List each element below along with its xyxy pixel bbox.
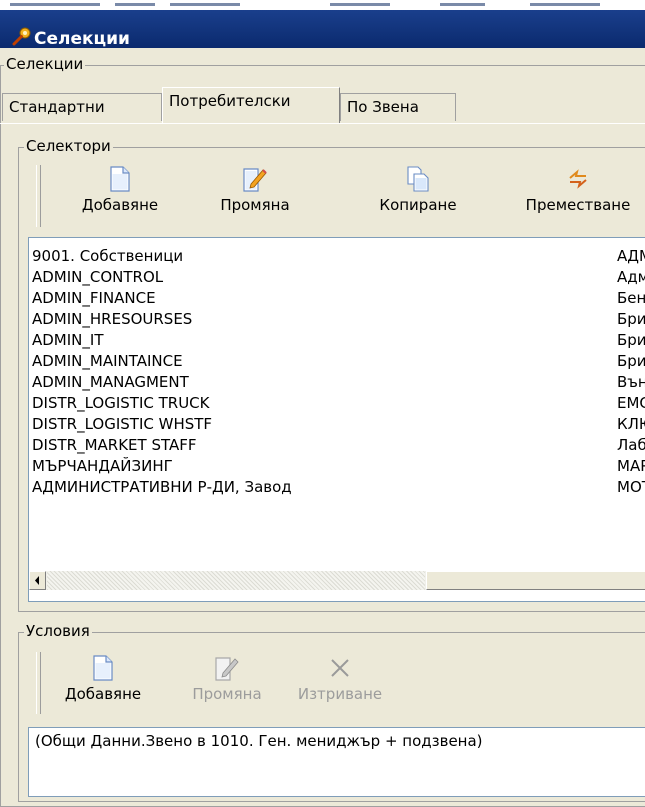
- horizontal-scrollbar[interactable]: [29, 571, 645, 590]
- list-item-group: АДМ: [617, 247, 645, 265]
- add-condition-button[interactable]: Добавяне: [48, 655, 158, 703]
- list-item[interactable]: АДМИНИСТРАТИВНИ Р-ДИ, Завод МОТ: [32, 478, 645, 497]
- list-item-group: КЛЮ: [617, 415, 645, 433]
- add-selector-label: Добавяне: [81, 196, 159, 214]
- tab-by-units-label: По Звена: [347, 98, 419, 116]
- list-item[interactable]: DISTR_LOGISTIC TRUCK ЕМС: [32, 394, 645, 413]
- magnifier-key-icon: [12, 26, 31, 46]
- toolbar-grip[interactable]: [36, 652, 41, 714]
- window-title: Селекции: [34, 29, 130, 49]
- list-item-name: DISTR_MARKET STAFF: [32, 436, 197, 454]
- list-item-name: ADMIN_HRESOURSES: [32, 310, 193, 328]
- add-selector-button[interactable]: Добавяне: [60, 166, 180, 214]
- tab-panel-border: [0, 123, 645, 124]
- list-item[interactable]: DISTR_MARKET STAFF Лаб: [32, 436, 645, 455]
- list-item[interactable]: ADMIN_CONTROL Адм: [32, 268, 645, 287]
- delete-condition-button[interactable]: Изтриване: [285, 655, 395, 703]
- tab-by-units[interactable]: По Звена: [340, 93, 456, 121]
- conditions-text[interactable]: (Общи Данни.Звено в 1010. Ген. мениджър …: [28, 727, 645, 797]
- tab-standard-label: Стандартни: [9, 98, 105, 116]
- new-document-icon: [93, 655, 113, 681]
- edit-condition-label: Промяна: [192, 685, 262, 703]
- move-selector-label: Преместване: [525, 196, 631, 214]
- list-item[interactable]: ADMIN_MAINTAINCE Бри: [32, 352, 645, 371]
- copy-selector-label: Копиране: [379, 196, 457, 214]
- copy-selector-button[interactable]: Копиране: [358, 166, 478, 214]
- list-item-group: Бри: [617, 331, 645, 349]
- scroll-left-arrow-icon: [35, 576, 39, 585]
- tab-standard[interactable]: Стандартни: [2, 93, 162, 121]
- list-item-group: Бри: [617, 310, 645, 328]
- list-item-name: МЪРЧАНДАЙЗИНГ: [32, 457, 173, 475]
- selectors-list[interactable]: 9001. Собственици АДМ ADMIN_CONTROL Адм AD…: [28, 237, 645, 602]
- list-item[interactable]: ADMIN_HRESOURSES Бри: [32, 310, 645, 329]
- copy-icon: [407, 166, 429, 192]
- list-item[interactable]: DISTR_LOGISTIC WHSTF КЛЮ: [32, 415, 645, 434]
- new-document-icon: [110, 166, 130, 192]
- list-item-group: МОТ: [617, 478, 645, 496]
- list-item[interactable]: МЪРЧАНДАЙЗИНГ МАР: [32, 457, 645, 476]
- list-item[interactable]: ADMIN_FINANCE Бен:: [32, 289, 645, 308]
- edit-selector-button[interactable]: Промяна: [195, 166, 315, 214]
- list-item-name: DISTR_LOGISTIC WHSTF: [32, 415, 213, 433]
- list-item-group: Вън: [617, 373, 645, 391]
- scroll-left-button[interactable]: [29, 571, 46, 590]
- move-selector-button[interactable]: Преместване: [508, 166, 645, 214]
- list-item-name: DISTR_LOGISTIC TRUCK: [32, 394, 210, 412]
- list-item-name: 9001. Собственици: [32, 247, 184, 265]
- list-item[interactable]: ADMIN_IT Бри: [32, 331, 645, 350]
- background-window-strip: [0, 0, 645, 10]
- list-item-name: ADMIN_CONTROL: [32, 268, 164, 286]
- list-item-name: ADMIN_MAINTAINCE: [32, 352, 183, 370]
- list-item[interactable]: 9001. Собственици АДМ: [32, 247, 645, 266]
- list-item-group: Бри: [617, 352, 645, 370]
- edit-selector-label: Промяна: [220, 196, 290, 214]
- delete-x-icon: [331, 659, 349, 677]
- list-item-group: МАР: [617, 457, 645, 475]
- scroll-track[interactable]: [47, 571, 425, 590]
- list-item-name: ADMIN_FINANCE: [32, 289, 156, 307]
- list-item-group: Адм: [617, 268, 645, 286]
- delete-condition-label: Изтриване: [297, 685, 383, 703]
- tab-custom-label: Потребителски: [169, 92, 291, 110]
- list-item-group: Лаб: [617, 436, 645, 454]
- selections-group-label: Селекции: [4, 55, 86, 73]
- list-item[interactable]: ADMIN_MANAGMENT Вън: [32, 373, 645, 392]
- list-item-group: Бен:: [617, 289, 645, 307]
- selectors-group-label: Селектори: [24, 137, 113, 155]
- toolbar-grip[interactable]: [36, 165, 41, 227]
- list-item-name: ADMIN_IT: [32, 331, 104, 349]
- edit-document-icon: [243, 168, 267, 192]
- list-item-name: АДМИНИСТРАТИВНИ Р-ДИ, Завод: [32, 478, 292, 496]
- edit-condition-button[interactable]: Промяна: [172, 655, 282, 703]
- tab-strip: Стандартни Потребителски По Звена: [0, 85, 645, 123]
- condition-expression: (Общи Данни.Звено в 1010. Ген. мениджър …: [35, 732, 483, 750]
- move-arrows-icon: [569, 169, 587, 189]
- tab-custom[interactable]: Потребителски: [162, 87, 340, 123]
- edit-document-icon: [215, 657, 239, 681]
- title-bar[interactable]: Селекции: [0, 10, 645, 49]
- add-condition-label: Добавяне: [64, 685, 142, 703]
- list-item-name: ADMIN_MANAGMENT: [32, 373, 189, 391]
- scroll-thumb[interactable]: [426, 571, 645, 590]
- conditions-group-label: Условия: [24, 622, 92, 640]
- list-item-group: ЕМС: [617, 394, 645, 412]
